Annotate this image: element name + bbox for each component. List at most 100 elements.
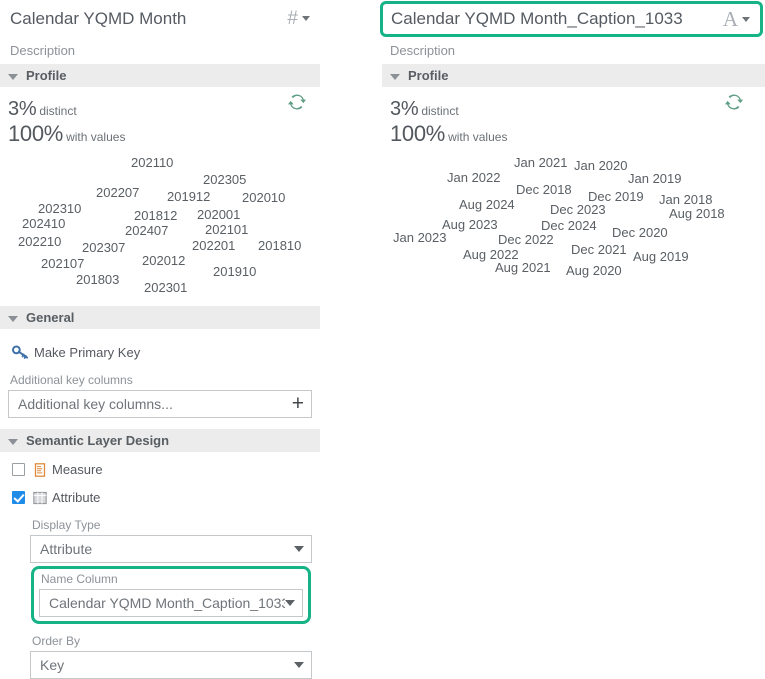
collapse-triangle-icon[interactable]: [8, 439, 18, 445]
cloud-value[interactable]: Jan 2019: [628, 171, 682, 186]
measure-checkbox[interactable]: [12, 463, 25, 476]
cloud-value[interactable]: 202101: [205, 222, 248, 237]
right-description-row[interactable]: Description: [378, 37, 765, 64]
right-with-values-value: 100%: [390, 121, 445, 146]
cloud-value[interactable]: Dec 2024: [541, 218, 597, 233]
right-profile-section-header[interactable]: Profile: [382, 64, 765, 87]
cloud-value[interactable]: Aug 2018: [669, 206, 725, 221]
left-column-title: Calendar YQMD Month: [10, 9, 287, 29]
chevron-down-icon[interactable]: [742, 17, 750, 22]
cloud-value[interactable]: 202305: [203, 172, 246, 187]
display-type-value: Attribute: [40, 541, 294, 557]
cloud-value[interactable]: Dec 2018: [516, 182, 572, 197]
chevron-down-icon[interactable]: [294, 662, 304, 668]
cloud-value[interactable]: Dec 2021: [571, 242, 627, 257]
left-distinct-label: distinct: [39, 104, 76, 118]
right-column-panel: Calendar YQMD Month_Caption_1033 A Descr…: [378, 0, 765, 297]
left-description-label: Description: [10, 43, 75, 58]
left-profile-body: 3%distinct 100%with values: [0, 87, 320, 147]
chevron-down-icon[interactable]: [285, 600, 295, 606]
cloud-value[interactable]: 202301: [144, 280, 187, 295]
cloud-value[interactable]: Jan 2023: [393, 230, 447, 245]
cloud-value[interactable]: Dec 2023: [550, 202, 606, 217]
semantic-layer-section-header[interactable]: Semantic Layer Design: [0, 429, 320, 452]
left-column-panel: Calendar YQMD Month # Description Profil…: [0, 0, 320, 297]
cloud-value[interactable]: 202012: [142, 253, 185, 268]
semantic-layer-section-label: Semantic Layer Design: [26, 433, 169, 448]
key-icon: [12, 345, 29, 360]
right-description-label: Description: [390, 43, 455, 58]
cloud-value[interactable]: 202410: [22, 216, 65, 231]
collapse-triangle-icon[interactable]: [8, 316, 18, 322]
display-type-select[interactable]: Attribute: [30, 535, 312, 563]
name-column-label: Name Column: [39, 572, 303, 586]
left-with-values-stat: 100%with values: [0, 121, 320, 147]
left-distinct-stat: 3%distinct: [0, 87, 320, 121]
cloud-value[interactable]: 201910: [213, 264, 256, 279]
cloud-value[interactable]: 202207: [96, 185, 139, 200]
cloud-value[interactable]: 202107: [41, 256, 84, 271]
collapse-triangle-icon[interactable]: [390, 74, 400, 80]
make-primary-key-button[interactable]: Make Primary Key: [8, 341, 312, 363]
left-description-row[interactable]: Description: [0, 37, 320, 64]
cloud-value[interactable]: 201810: [258, 238, 301, 253]
cloud-value[interactable]: 202201: [192, 238, 235, 253]
add-icon[interactable]: +: [292, 393, 304, 414]
cloud-value[interactable]: 202110: [131, 155, 173, 170]
left-with-values-value: 100%: [8, 121, 63, 146]
order-by-label: Order By: [30, 634, 312, 648]
refresh-icon[interactable]: [725, 93, 743, 111]
cloud-value[interactable]: 201912: [167, 189, 210, 204]
display-type-label: Display Type: [30, 518, 312, 532]
cloud-value[interactable]: 201812: [134, 208, 177, 223]
cloud-value[interactable]: Aug 2023: [442, 217, 498, 232]
cloud-value[interactable]: Jan 2018: [659, 192, 713, 207]
cloud-value[interactable]: Jan 2020: [574, 158, 628, 173]
text-type-icon[interactable]: A: [723, 9, 738, 30]
left-distinct-value: 3%: [8, 98, 36, 120]
left-profile-section-header[interactable]: Profile: [0, 64, 320, 87]
measure-row[interactable]: Measure: [8, 459, 312, 480]
hash-icon[interactable]: #: [287, 9, 298, 28]
cloud-value[interactable]: Jan 2021: [514, 155, 568, 170]
name-column-value: Calendar YQMD Month_Caption_1033: [49, 595, 285, 611]
right-column-title: Calendar YQMD Month_Caption_1033: [391, 9, 723, 29]
cloud-value[interactable]: 202307: [82, 240, 125, 255]
cloud-value[interactable]: 202310: [38, 201, 81, 216]
left-column-header[interactable]: Calendar YQMD Month #: [0, 0, 320, 37]
cloud-value[interactable]: Aug 2020: [566, 263, 622, 278]
cloud-value[interactable]: Dec 2020: [612, 225, 668, 240]
cloud-value[interactable]: 202407: [125, 223, 168, 238]
right-distinct-stat: 3%distinct: [382, 87, 765, 121]
cloud-value[interactable]: Aug 2024: [459, 197, 515, 212]
cloud-value[interactable]: Aug 2021: [495, 260, 551, 275]
cloud-value[interactable]: Dec 2022: [498, 232, 554, 247]
measure-label: Measure: [52, 462, 103, 477]
general-section-header[interactable]: General: [0, 306, 320, 329]
cloud-value[interactable]: Jan 2022: [447, 170, 501, 185]
right-with-values-stat: 100%with values: [382, 121, 765, 147]
additional-key-columns-input[interactable]: Additional key columns... +: [8, 390, 312, 418]
name-column-select[interactable]: Calendar YQMD Month_Caption_1033: [39, 589, 303, 617]
chevron-down-icon[interactable]: [302, 16, 310, 21]
chevron-down-icon[interactable]: [294, 546, 304, 552]
right-value-word-cloud: Jan 2021 Jan 2020 Jan 2022 Jan 2019 Dec 2018…: [378, 149, 765, 297]
collapse-triangle-icon[interactable]: [8, 74, 18, 80]
order-by-select[interactable]: Key: [30, 651, 312, 679]
attribute-label: Attribute: [52, 490, 100, 505]
left-value-word-cloud: 202110 202305 202207 201912 202010 202310 2018…: [0, 149, 320, 297]
cloud-value[interactable]: 202001: [197, 207, 240, 222]
general-section-label: General: [26, 310, 74, 325]
right-profile-section-label: Profile: [408, 68, 448, 83]
cloud-value[interactable]: 201803: [76, 272, 119, 287]
attribute-row[interactable]: Attribute: [8, 487, 312, 508]
cloud-value[interactable]: Aug 2019: [633, 249, 689, 264]
right-with-values-label: with values: [448, 130, 507, 144]
attribute-checkbox[interactable]: [12, 491, 25, 504]
cloud-value[interactable]: 202210: [18, 234, 61, 249]
refresh-icon[interactable]: [288, 93, 306, 111]
right-column-header[interactable]: Calendar YQMD Month_Caption_1033 A: [380, 1, 763, 37]
cloud-value[interactable]: 202010: [242, 190, 285, 205]
semantic-layer-body: Measure Attribute Display Type Attribute…: [0, 452, 320, 679]
name-column-highlight-group: Name Column Calendar YQMD Month_Caption_…: [31, 566, 311, 624]
